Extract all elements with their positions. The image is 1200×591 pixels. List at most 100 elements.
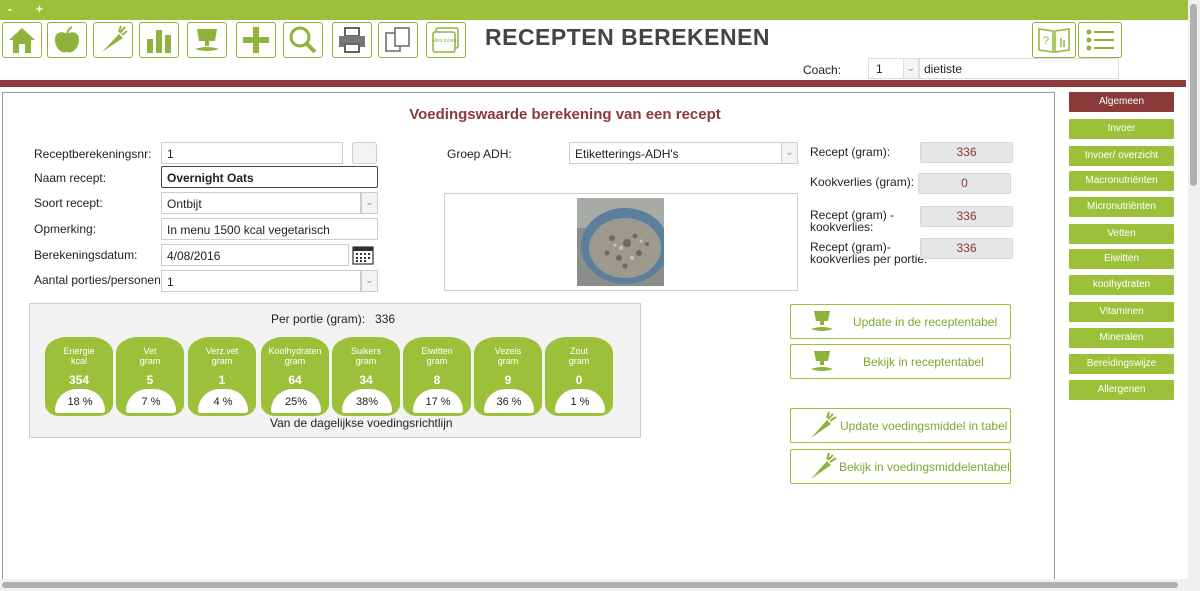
copy-icon bbox=[385, 27, 410, 52]
app-window: - + Alles tonen RECEPTEN BEREKENEN ? Coa… bbox=[0, 0, 1200, 591]
recipe-name-field[interactable]: Overnight Oats bbox=[161, 166, 378, 188]
search-button[interactable] bbox=[283, 22, 323, 58]
portions-select[interactable]: 1 bbox=[161, 270, 361, 292]
nutrient-unit: gram bbox=[211, 356, 233, 366]
group-select[interactable]: Etiketterings-ADH's bbox=[569, 142, 782, 164]
recipe-gram-label: Recept (gram): bbox=[810, 145, 891, 159]
nr-field[interactable]: 1 bbox=[161, 142, 343, 164]
vertical-scrollbar[interactable] bbox=[1188, 0, 1200, 591]
view-food-table-button[interactable]: Bekijk in voedingsmiddelentabel bbox=[790, 449, 1011, 484]
nutrient-sugars: Suikers gram 34 38% bbox=[332, 337, 400, 416]
show-all-button[interactable]: Alles tonen bbox=[426, 22, 466, 58]
coach-label: Coach: bbox=[803, 63, 842, 77]
update-food-table-button[interactable]: Update voedingsmiddel in tabel bbox=[790, 408, 1011, 443]
group-label: Groep ADH: bbox=[447, 147, 512, 161]
view-recipe-label: Bekijk in receptentabel bbox=[863, 355, 984, 369]
nav-vitaminen[interactable]: Vitaminen bbox=[1069, 302, 1174, 322]
type-label: Soort recept: bbox=[34, 196, 103, 210]
bar-chart-icon bbox=[147, 30, 171, 53]
ingredients-button[interactable] bbox=[93, 22, 133, 58]
nav-invoer-overzicht[interactable]: Invoer/ overzicht bbox=[1069, 146, 1174, 166]
nutrient-value: 0 bbox=[575, 373, 583, 387]
nutrient-name: Koolhydraten bbox=[268, 346, 322, 356]
per-portion-gram: Per portie (gram): 336 bbox=[271, 312, 395, 326]
food-button[interactable] bbox=[47, 22, 87, 58]
minimize-control[interactable]: - bbox=[8, 2, 12, 16]
per-portion-label-2: kookverlies per portie: bbox=[810, 252, 928, 266]
update-recipe-table-button[interactable]: Update in de receptentabel bbox=[790, 304, 1011, 339]
nutrient-unit: gram bbox=[139, 356, 161, 366]
nutrient-name: Eiwitten bbox=[421, 346, 453, 356]
help-book-icon: ? bbox=[1038, 28, 1070, 53]
nutrient-value: 1 bbox=[218, 373, 226, 387]
nav-algemeen[interactable]: Algemeen bbox=[1069, 92, 1174, 112]
nutrient-name: Zout bbox=[569, 346, 588, 356]
nav-bereidingswijze[interactable]: Bereidingswijze bbox=[1069, 354, 1174, 374]
nutrient-value: 34 bbox=[359, 373, 373, 387]
nav-mineralen[interactable]: Mineralen bbox=[1069, 328, 1174, 348]
nutrient-name: Suikers bbox=[350, 346, 381, 356]
recipe-minus-loss-value: 336 bbox=[920, 206, 1013, 227]
nutrient-fiber: Vezels gram 9 36 % bbox=[474, 337, 542, 416]
per-portion-value: 336 bbox=[920, 238, 1013, 259]
plus-icon bbox=[243, 27, 269, 53]
nav-vetten[interactable]: Vetten bbox=[1069, 224, 1174, 244]
nav-eiwitten[interactable]: Eiwitten bbox=[1069, 249, 1174, 269]
nav-allergenen[interactable]: Allergenen bbox=[1069, 380, 1174, 400]
view-recipe-table-button[interactable]: Bekijk in receptentabel bbox=[790, 344, 1011, 379]
nav-macronutrienten[interactable]: Macronutriënten bbox=[1069, 171, 1174, 191]
nav-invoer[interactable]: Invoer bbox=[1069, 119, 1174, 139]
new-button[interactable] bbox=[236, 22, 276, 58]
apple-icon bbox=[54, 26, 80, 53]
remark-field[interactable]: In menu 1500 kcal vegetarisch bbox=[161, 218, 378, 240]
cooking-loss-value: 0 bbox=[918, 173, 1011, 194]
nutrient-protein: Eiwitten gram 8 17 % bbox=[403, 337, 471, 416]
nr-label: Receptberekeningsnr: bbox=[34, 147, 152, 161]
nr-action-button[interactable] bbox=[352, 142, 377, 164]
nutrient-value: 64 bbox=[288, 373, 302, 387]
recipe-type-dropdown[interactable]: ⌄ bbox=[361, 192, 378, 214]
vertical-scroll-thumb[interactable] bbox=[1190, 4, 1197, 186]
portions-dropdown[interactable]: ⌄ bbox=[361, 270, 378, 292]
recipes-button[interactable] bbox=[187, 22, 227, 58]
add-control[interactable]: + bbox=[36, 2, 43, 16]
help-button[interactable]: ? bbox=[1032, 22, 1076, 58]
horizontal-scroll-thumb[interactable] bbox=[2, 582, 1178, 588]
chevron-down-icon: ⌄ bbox=[365, 197, 374, 208]
copy-button[interactable] bbox=[378, 22, 418, 58]
nutrient-unit: gram bbox=[355, 356, 377, 366]
date-field[interactable]: 4/08/2016 bbox=[161, 244, 349, 266]
nutrient-value: 5 bbox=[146, 373, 154, 387]
coach-number-select[interactable]: 1 bbox=[868, 58, 904, 79]
nutrient-carbohydrates: Koolhydraten gram 64 25% bbox=[261, 337, 329, 416]
menu-list-button[interactable] bbox=[1078, 22, 1122, 58]
home-icon bbox=[9, 28, 35, 53]
calendar-button[interactable] bbox=[352, 245, 374, 265]
statistics-button[interactable] bbox=[139, 22, 179, 58]
carrot-icon bbox=[102, 25, 128, 52]
carrot-icon bbox=[811, 453, 837, 479]
nutrient-value: 8 bbox=[433, 373, 441, 387]
home-button[interactable] bbox=[2, 22, 42, 58]
section-heading: Voedingswaarde berekening van een recept bbox=[409, 106, 721, 123]
date-label: Berekeningsdatum: bbox=[34, 248, 138, 262]
cards-label: Alles tonen bbox=[432, 38, 457, 44]
recipe-type-select[interactable]: Ontbijt bbox=[161, 192, 361, 214]
nutrient-unit: gram bbox=[426, 356, 448, 366]
nutrient-saturated-fat: Verz.vet gram 1 4 % bbox=[188, 337, 256, 416]
cards-icon: Alles tonen bbox=[432, 27, 459, 53]
coach-name-field: dietiste bbox=[919, 58, 1119, 79]
coach-dropdown-button[interactable]: ⌄ bbox=[903, 58, 919, 79]
chevron-down-icon: ⌄ bbox=[785, 147, 794, 158]
per-portion-gram-value: 336 bbox=[375, 312, 396, 326]
nutrient-name: Vet bbox=[143, 346, 157, 356]
horizontal-scrollbar[interactable] bbox=[0, 579, 1188, 591]
print-button[interactable] bbox=[332, 22, 372, 58]
nutrient-unit: kcal bbox=[70, 356, 87, 366]
nutrient-value: 9 bbox=[504, 373, 512, 387]
nutrient-value: 354 bbox=[68, 373, 90, 387]
nav-koolhydraten[interactable]: koolhydraten bbox=[1069, 275, 1174, 295]
nav-micronutrienten[interactable]: Micronutriënten bbox=[1069, 197, 1174, 217]
carrot-icon bbox=[811, 412, 837, 438]
group-dropdown[interactable]: ⌄ bbox=[781, 142, 798, 164]
